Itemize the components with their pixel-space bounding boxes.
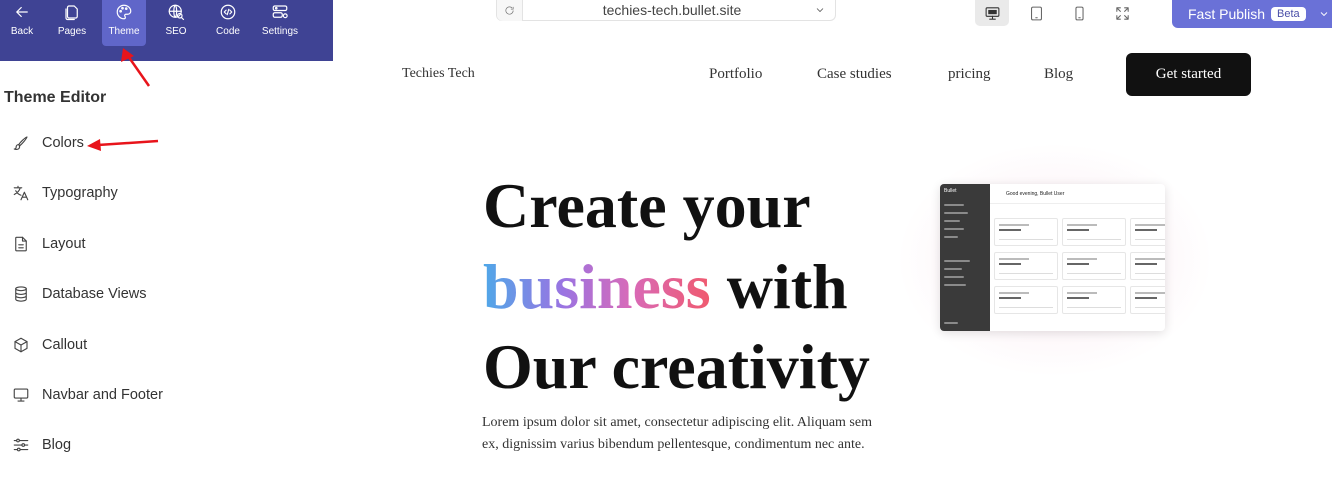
- settings-label: Settings: [261, 26, 299, 37]
- mockup-brand: Bullet: [944, 188, 957, 194]
- sidebar-item-layout[interactable]: Layout: [12, 232, 212, 256]
- arrow-left-icon: [16, 6, 28, 18]
- site-brand[interactable]: Techies Tech: [402, 66, 475, 82]
- fast-publish-button[interactable]: Fast Publish Beta: [1172, 0, 1316, 28]
- fullscreen-icon: [1115, 6, 1129, 20]
- sidebar-item-label: Database Views: [42, 286, 147, 302]
- pages-icon: [65, 5, 78, 21]
- seo-label: SEO: [165, 26, 187, 37]
- nav-link-blog[interactable]: Blog: [1044, 66, 1073, 83]
- back-label: Back: [10, 26, 34, 37]
- sidebar-item-navbar-footer[interactable]: Navbar and Footer: [12, 383, 212, 407]
- refresh-icon: [505, 5, 514, 15]
- globe-search-icon: [168, 4, 185, 21]
- mockup-card: [1062, 218, 1126, 246]
- device-mobile-button[interactable]: [1062, 0, 1096, 26]
- mockup-card: [1130, 286, 1165, 314]
- code-button[interactable]: Code: [206, 0, 250, 46]
- mockup-card: [994, 286, 1058, 314]
- palette-icon: [116, 4, 132, 20]
- hero-highlight: business: [483, 251, 711, 322]
- hero-heading-line2: business with: [483, 255, 848, 319]
- brush-icon: [13, 136, 28, 151]
- sidebar-item-label: Colors: [42, 135, 84, 151]
- pages-label: Pages: [57, 26, 87, 37]
- sidebar-item-label: Navbar and Footer: [42, 387, 163, 403]
- hero-heading-line3: Our creativity: [483, 331, 870, 402]
- settings-button[interactable]: Settings: [258, 0, 302, 46]
- sidebar-item-label: Callout: [42, 337, 88, 353]
- url-text: techies-tech.bullet.site: [602, 2, 742, 18]
- hero-heading-line2-rest: with: [710, 251, 848, 322]
- device-tablet-button[interactable]: [1019, 0, 1053, 26]
- editor-toolbar: Back Pages Theme SEO Code Settings: [0, 0, 333, 61]
- sidebar-item-typography[interactable]: Typography: [12, 181, 212, 205]
- back-button[interactable]: Back: [0, 0, 44, 46]
- nav-link-case-studies[interactable]: Case studies: [817, 66, 892, 83]
- mockup-card: [1130, 218, 1165, 246]
- database-icon: [15, 286, 27, 302]
- theme-button[interactable]: Theme: [102, 0, 146, 46]
- desktop-icon: [985, 6, 999, 20]
- pages-button[interactable]: Pages: [50, 0, 94, 46]
- hero-paragraph: Lorem ipsum dolor sit amet, consectetur …: [482, 415, 872, 452]
- sidebar-item-callout[interactable]: Callout: [12, 333, 212, 357]
- translate-icon: [13, 185, 29, 201]
- code-icon: [220, 4, 236, 20]
- hero-heading-line1: Create your: [483, 170, 811, 241]
- beta-badge: Beta: [1271, 7, 1306, 21]
- settings-sliders-icon: [272, 5, 288, 19]
- mockup-card: [994, 218, 1058, 246]
- nav-link-pricing[interactable]: pricing: [948, 66, 991, 83]
- cube-icon: [14, 337, 28, 353]
- tablet-icon: [1030, 6, 1042, 20]
- fullscreen-button[interactable]: [1105, 0, 1139, 26]
- seo-button[interactable]: SEO: [154, 0, 198, 46]
- code-label: Code: [216, 26, 240, 37]
- sidebar-item-label: Typography: [42, 185, 118, 201]
- sidebar-item-label: Layout: [42, 236, 86, 252]
- chevron-down-icon: [1320, 12, 1328, 17]
- sidebar-item-colors[interactable]: Colors: [12, 131, 212, 155]
- device-desktop-button[interactable]: [975, 0, 1009, 26]
- sidebar-item-database-views[interactable]: Database Views: [12, 282, 212, 306]
- sidebar-item-label: Blog: [42, 437, 72, 453]
- url-bar[interactable]: techies-tech.bullet.site: [496, 0, 836, 21]
- sidebar-title: Theme Editor: [4, 89, 107, 106]
- nav-link-portfolio[interactable]: Portfolio: [709, 66, 762, 83]
- dashboard-mockup-image: Bullet Good evening, Bullet User: [940, 184, 1165, 331]
- mockup-card: [1062, 286, 1126, 314]
- url-dropdown[interactable]: [805, 4, 835, 16]
- sliders-icon: [13, 438, 29, 452]
- mockup-card: [1130, 252, 1165, 280]
- mockup-card: [994, 252, 1058, 280]
- publish-label: Fast Publish: [1188, 6, 1266, 22]
- sidebar-item-blog[interactable]: Blog: [12, 433, 212, 457]
- chevron-down-icon: [816, 8, 824, 13]
- mobile-icon: [1074, 6, 1084, 20]
- refresh-button[interactable]: [497, 0, 523, 21]
- publish-dropdown[interactable]: [1316, 0, 1332, 28]
- mockup-greeting: Good evening, Bullet User: [990, 184, 1165, 204]
- get-started-button[interactable]: Get started: [1126, 53, 1251, 96]
- theme-label: Theme: [108, 26, 140, 37]
- mockup-card: [1062, 252, 1126, 280]
- mockup-sidebar: Bullet: [940, 184, 990, 331]
- monitor-icon: [13, 388, 29, 402]
- document-icon: [15, 236, 27, 252]
